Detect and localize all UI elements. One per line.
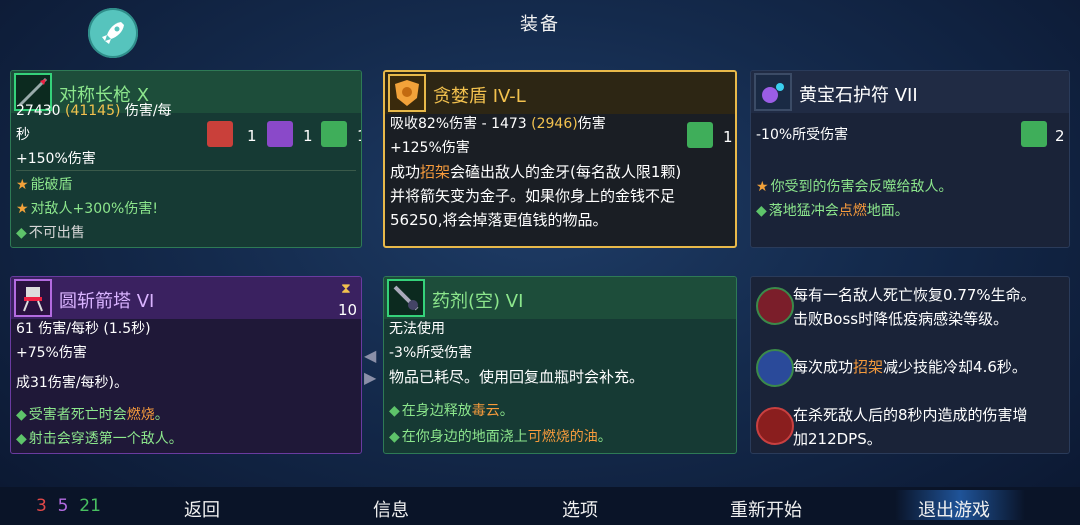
mutation-text: 每次成功招架减少技能冷却4.6秒。	[793, 358, 1027, 376]
weapon-card-spear[interactable]: 对称长枪 X 27430 (41145) 伤害/每 秒 1 1 1 +150%伤…	[10, 70, 362, 248]
turret-affix: ◆ 射击会穿透第一个敌人。	[16, 431, 183, 447]
mutation-heal-icon[interactable]	[756, 287, 794, 325]
back-button[interactable]: 返回	[184, 496, 220, 522]
hourglass-icon: ⧗	[341, 281, 351, 297]
amulet-stat: -10%所受伤害	[756, 127, 849, 143]
potion-desc: 物品已耗尽。使用回复血瓶时会补充。	[389, 368, 645, 386]
potion-affix: ◆ 在身边释放毒云。	[389, 403, 514, 419]
turret-icon	[14, 279, 52, 317]
turret-card[interactable]: 圆斩箭塔 VI ⧗ 10 61 伤害/每秒 (1.5秒) +75%伤害 成31伤…	[10, 276, 362, 454]
tactics-scroll-icon	[267, 121, 293, 147]
shield-desc: 并将箭矢变为金子。如果你身上的金钱不足	[390, 187, 676, 205]
weapon-damage-bonus: +150%伤害	[16, 151, 96, 167]
quit-button[interactable]: 退出游戏	[918, 496, 990, 522]
mutation-text: 在杀死敌人后的8秒内造成的伤害增	[793, 406, 1028, 424]
turret-dps: 61 伤害/每秒 (1.5秒)	[16, 321, 151, 337]
weapon-affix: ★ 能破盾	[16, 177, 73, 193]
amulet-affix: ◆ 落地猛冲会点燃地面。	[756, 203, 909, 219]
mutation-text: 击败Boss时降低疫病感染等级。	[793, 310, 1009, 328]
options-button[interactable]: 选项	[562, 496, 598, 522]
rocket-icon[interactable]	[88, 8, 138, 58]
potion-stat: -3%所受伤害	[389, 345, 473, 361]
shield-icon	[388, 74, 426, 112]
swap-left-icon: ◀	[364, 346, 377, 365]
turret-cooldown: 10	[338, 301, 358, 319]
brutality-scroll-icon	[207, 121, 233, 147]
shield-name: 贪婪盾 IV-L	[433, 86, 526, 107]
turret-name: 圆斩箭塔 VI	[59, 291, 155, 312]
survival-scroll-count: 2	[1055, 127, 1065, 145]
turret-damage-bonus: +75%伤害	[16, 345, 87, 361]
tactics-scroll-count: 1	[303, 127, 313, 145]
info-button[interactable]: 信息	[373, 496, 409, 522]
mutation-text: 加212DPS。	[793, 430, 882, 448]
potion-name: 药剂(空) VI	[432, 291, 524, 312]
survival-scroll-icon	[321, 121, 347, 147]
weapon-affix: ◆ 不可出售	[16, 225, 85, 241]
amulet-icon	[754, 73, 792, 111]
shield-absorb: 吸收82%伤害 - 1473 (2946)伤害	[390, 116, 606, 132]
turret-desc: 成31伤害/每秒)。	[16, 375, 128, 391]
shield-card-greed[interactable]: 贪婪盾 IV-L 吸收82%伤害 - 1473 (2946)伤害 1 +125%…	[383, 70, 737, 248]
turret-affix: ◆ 受害者死亡时会燃烧。	[16, 407, 169, 423]
survival-scroll-icon	[1021, 121, 1047, 147]
mutation-killer-icon[interactable]	[756, 407, 794, 445]
shield-desc: 成功招架会磕出敌人的金牙(每名敌人限1颗)	[390, 163, 682, 181]
scroll-stats: 3 5 21	[36, 496, 101, 516]
potion-card[interactable]: 药剂(空) VI 无法使用 -3%所受伤害 物品已耗尽。使用回复血瓶时会补充。 …	[383, 276, 737, 454]
survival-scroll-count: 1	[357, 127, 361, 145]
restart-button[interactable]: 重新开始	[730, 496, 802, 522]
shield-desc: 56250,将会掉落更值钱的物品。	[390, 211, 608, 229]
amulet-name: 黄宝石护符 VII	[799, 85, 918, 106]
brutality-scroll-count: 1	[247, 127, 257, 145]
potion-status: 无法使用	[389, 321, 445, 337]
mutation-text: 每有一名敌人死亡恢复0.77%生命。	[793, 286, 1036, 304]
potion-icon	[387, 279, 425, 317]
page-title: 装备	[520, 14, 560, 35]
swap-right-icon: ▶	[364, 368, 377, 387]
survival-scroll-icon	[687, 122, 713, 148]
shield-damage-bonus: +125%伤害	[390, 140, 470, 156]
amulet-affix: ★ 你受到的伤害会反噬给敌人。	[756, 179, 953, 195]
survival-scroll-count: 1	[723, 128, 733, 146]
mutation-parry-icon[interactable]	[756, 349, 794, 387]
weapon-dps: 27430 (41145) 伤害/每	[16, 103, 172, 119]
mutations-panel: 每有一名敌人死亡恢复0.77%生命。 击败Boss时降低疫病感染等级。 每次成功…	[750, 276, 1070, 454]
potion-affix: ◆ 在你身边的地面浇上可燃烧的油。	[389, 429, 612, 445]
weapon-dps-unit: 秒	[16, 127, 30, 143]
amulet-card[interactable]: 黄宝石护符 VII -10%所受伤害 2 ★ 你受到的伤害会反噬给敌人。 ◆ 落地猛…	[750, 70, 1070, 248]
weapon-affix: ★ 对敌人+300%伤害!	[16, 201, 158, 217]
